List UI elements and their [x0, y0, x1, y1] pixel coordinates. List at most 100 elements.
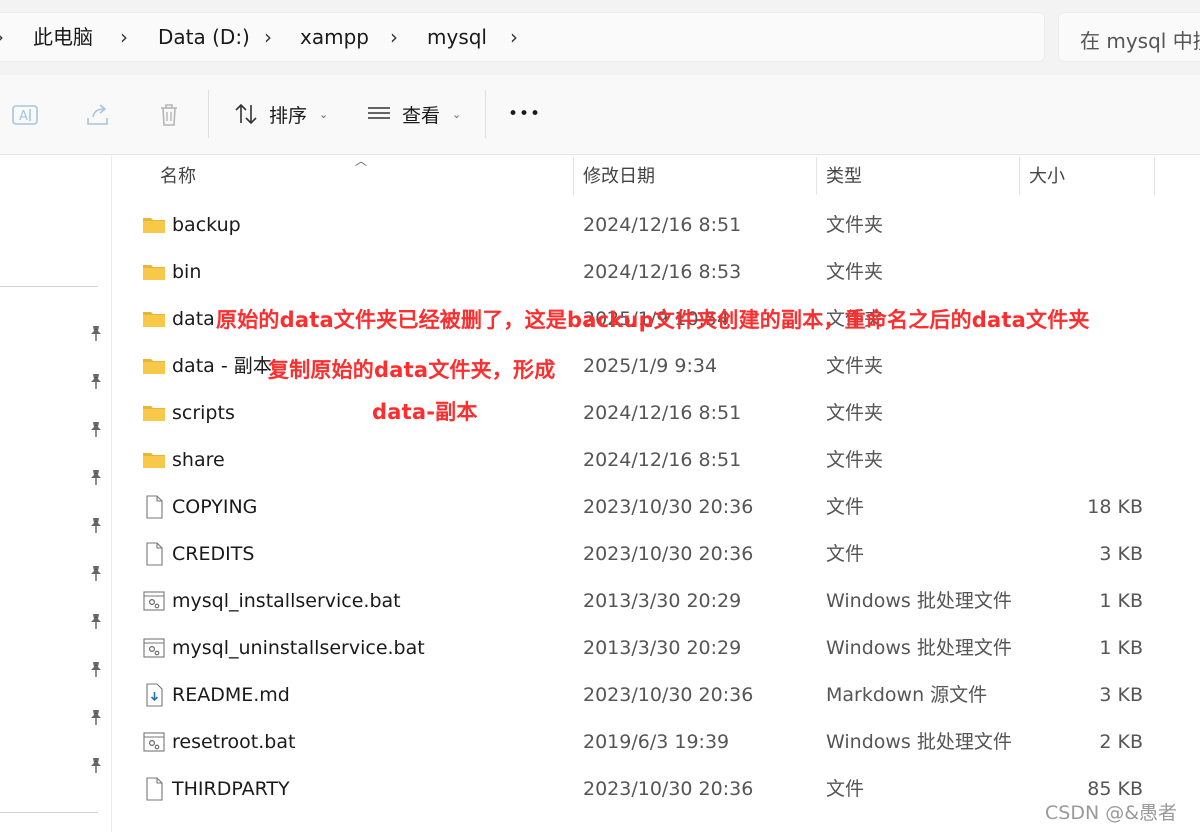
pin-icon[interactable] [86, 515, 106, 535]
markdown-file-icon [142, 683, 166, 707]
file-size: 1 KB [1099, 637, 1143, 659]
file-modified-date: 2024/12/16 8:53 [583, 261, 742, 283]
pin-icon[interactable] [86, 419, 106, 439]
file-name: COPYING [172, 496, 258, 518]
folder-icon [142, 260, 166, 284]
file-size: 1 KB [1099, 590, 1143, 612]
file-name: bin [172, 261, 202, 283]
column-separator[interactable] [816, 157, 817, 195]
batch-file-icon [142, 636, 166, 660]
file-type: 文件夹 [826, 214, 884, 236]
file-type: 文件夹 [826, 402, 884, 424]
nav-divider [0, 812, 98, 813]
annotation-copy-note-line1: 复制原始的data文件夹，形成 [268, 358, 556, 382]
file-row[interactable]: scripts 2024/12/16 8:51 文件夹 [114, 391, 1200, 438]
column-header-size[interactable]: 大小 [1029, 166, 1065, 188]
breadcrumb-separator[interactable]: › [0, 24, 4, 50]
pin-icon[interactable] [86, 707, 106, 727]
svg-text:A: A [19, 109, 28, 124]
file-type: 文件夹 [826, 261, 884, 283]
breadcrumb-this-pc[interactable]: 此电脑 [33, 24, 93, 50]
address-bar[interactable] [0, 12, 1045, 62]
file-icon [142, 542, 166, 566]
file-row[interactable]: COPYING 2023/10/30 20:36 文件 18 KB [114, 485, 1200, 532]
pin-icon[interactable] [86, 563, 106, 583]
file-row[interactable]: mysql_installservice.bat 2013/3/30 20:29 W… [114, 579, 1200, 626]
file-name: resetroot.bat [172, 731, 296, 753]
delete-icon[interactable] [154, 100, 184, 130]
file-row[interactable]: mysql_uninstallservice.bat 2013/3/30 20:2… [114, 626, 1200, 673]
watermark: CSDN @&愚者 [1045, 802, 1178, 824]
file-name: scripts [172, 402, 235, 424]
file-name: data [172, 308, 215, 330]
more-options-button[interactable]: ••• [508, 97, 541, 131]
file-row[interactable]: bin 2024/12/16 8:53 文件夹 [114, 250, 1200, 297]
file-row[interactable]: resetroot.bat 2019/6/3 19:39 Windows 批处理文件… [114, 720, 1200, 767]
batch-file-icon [142, 589, 166, 613]
file-modified-date: 2023/10/30 20:36 [583, 496, 754, 518]
file-icon [142, 495, 166, 519]
file-row[interactable]: THIRDPARTY 2023/10/30 20:36 文件 85 KB [114, 767, 1200, 814]
pin-icon[interactable] [86, 371, 106, 391]
column-header-modified[interactable]: 修改日期 [583, 166, 655, 188]
breadcrumb-separator[interactable]: › [264, 24, 272, 50]
annotation-copy-note-line2: data-副本 [372, 400, 478, 424]
file-type: 文件夹 [826, 355, 884, 377]
file-row[interactable]: backup 2024/12/16 8:51 文件夹 [114, 203, 1200, 250]
file-row[interactable]: CREDITS 2023/10/30 20:36 文件 3 KB [114, 532, 1200, 579]
sort-arrows-icon [235, 103, 257, 125]
annotation-data-note: 原始的data文件夹已经被删了，这是backup文件夹创建的副本，重命名之后的d… [216, 308, 1090, 332]
file-name: CREDITS [172, 543, 255, 565]
file-type: 文件 [826, 543, 865, 565]
breadcrumb-drive-d[interactable]: Data (D:) [158, 24, 250, 50]
pin-icon[interactable] [86, 755, 106, 775]
file-modified-date: 2013/3/30 20:29 [583, 637, 742, 659]
chevron-down-icon: ⌄ [452, 107, 462, 121]
search-input[interactable]: 在 mysql 中搜 [1058, 12, 1200, 62]
search-placeholder: 在 mysql 中搜 [1080, 29, 1200, 53]
chevron-down-icon: ⌄ [319, 107, 329, 121]
folder-icon [142, 401, 166, 425]
rename-icon[interactable]: A [10, 100, 40, 130]
sort-button[interactable]: 排序 ⌄ [233, 97, 328, 131]
column-header-name[interactable]: 名称 [160, 166, 196, 188]
file-name: backup [172, 214, 241, 236]
breadcrumb-mysql[interactable]: mysql [427, 24, 487, 50]
file-name: mysql_installservice.bat [172, 590, 401, 612]
breadcrumb-separator[interactable]: › [120, 24, 128, 50]
breadcrumb-separator[interactable]: › [510, 24, 518, 50]
pin-icon[interactable] [86, 323, 106, 343]
file-size: 3 KB [1099, 684, 1143, 706]
share-icon[interactable] [83, 100, 113, 130]
file-type: 文件 [826, 496, 865, 518]
file-modified-date: 2019/6/3 19:39 [583, 731, 730, 753]
file-row[interactable]: share 2024/12/16 8:51 文件夹 [114, 438, 1200, 485]
batch-file-icon [142, 730, 166, 754]
file-name: README.md [172, 684, 290, 706]
sort-ascending-icon: ︿ [355, 154, 368, 168]
folder-icon [142, 307, 166, 331]
sort-label: 排序 [269, 104, 308, 127]
file-row[interactable]: README.md 2023/10/30 20:36 Markdown 源文件 3 K… [114, 673, 1200, 720]
file-size: 3 KB [1099, 543, 1143, 565]
column-separator[interactable] [1019, 157, 1020, 195]
view-lines-icon [368, 107, 390, 119]
file-name: THIRDPARTY [172, 778, 290, 800]
file-icon [142, 777, 166, 801]
breadcrumb-separator[interactable]: › [390, 24, 398, 50]
breadcrumb-xampp[interactable]: xampp [300, 24, 369, 50]
pin-icon[interactable] [86, 611, 106, 631]
column-separator[interactable] [573, 157, 574, 195]
column-separator[interactable] [1154, 157, 1155, 195]
folder-icon [142, 354, 166, 378]
pin-icon[interactable] [86, 467, 106, 487]
pin-icon[interactable] [86, 659, 106, 679]
view-button[interactable]: 查看 ⌄ [366, 97, 461, 131]
file-name: data - 副本 [172, 355, 272, 377]
toolbar-divider [485, 90, 486, 138]
file-name: mysql_uninstallservice.bat [172, 637, 425, 659]
navigation-pane[interactable] [0, 156, 112, 832]
view-label: 查看 [402, 104, 441, 127]
column-header-type[interactable]: 类型 [826, 166, 862, 188]
command-bar: A 排序 ⌄ 查看 ⌄ ••• [0, 75, 1200, 155]
